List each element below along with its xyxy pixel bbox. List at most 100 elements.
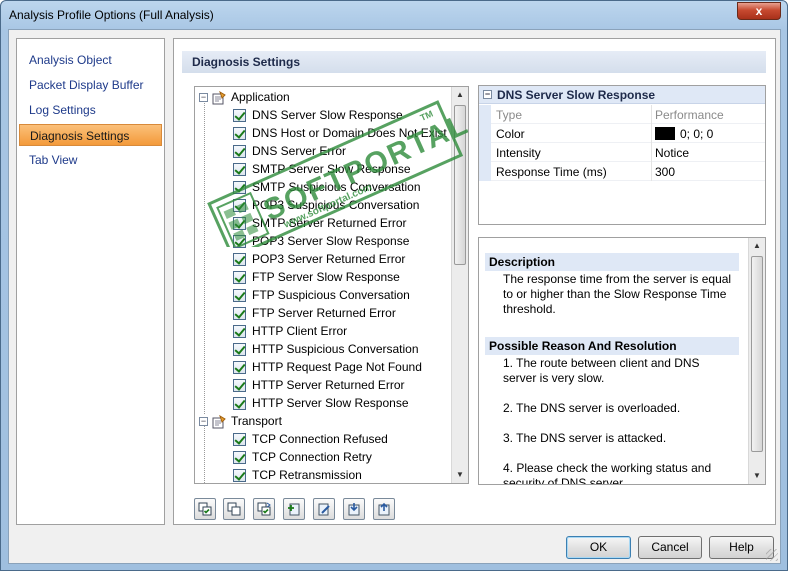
tree-item-label: SMTP Suspicious Conversation <box>252 180 421 194</box>
tree-item[interactable]: HTTP Client Error <box>233 322 347 340</box>
property-value[interactable]: 300 <box>655 165 675 179</box>
tree-item[interactable]: TCP Retransmission <box>233 466 362 483</box>
tree-item[interactable]: HTTP Server Slow Response <box>233 394 409 412</box>
description-scrollbar[interactable]: ▲ ▼ <box>748 238 765 484</box>
property-row-response-time[interactable]: Response Time (ms) 300 <box>479 162 765 181</box>
checkbox-checked[interactable] <box>233 163 246 177</box>
scroll-down-icon[interactable]: ▼ <box>452 467 468 483</box>
scroll-thumb[interactable] <box>454 105 466 265</box>
checkbox-checked[interactable] <box>233 433 246 447</box>
nav-item-analysis-object[interactable]: Analysis Object <box>19 49 162 71</box>
tree-item[interactable]: SMTP Suspicious Conversation <box>233 178 421 196</box>
checkbox-checked[interactable] <box>233 253 246 267</box>
check-all-button[interactable] <box>194 498 216 520</box>
tree-item[interactable]: POP3 Suspicious Conversation <box>233 196 419 214</box>
tree-item[interactable]: FTP Suspicious Conversation <box>233 286 410 304</box>
tree-item-label: POP3 Server Returned Error <box>252 252 406 266</box>
tree-item[interactable]: DNS Server Slow Response <box>233 106 403 124</box>
property-value[interactable]: Notice <box>655 146 689 160</box>
help-button[interactable]: Help <box>709 536 774 559</box>
tree-item[interactable]: TCP Connection Refused <box>233 430 388 448</box>
checkbox-checked[interactable] <box>233 451 246 465</box>
checkbox-checked[interactable] <box>233 109 246 123</box>
tree-item[interactable]: SMTP Server Returned Error <box>233 214 407 232</box>
collapse-icon[interactable]: − <box>483 90 492 99</box>
tree-item-label: SMTP Server Returned Error <box>252 216 407 230</box>
collapse-icon[interactable]: − <box>199 93 208 103</box>
export-icon <box>378 502 390 516</box>
checkbox-checked[interactable] <box>233 361 246 375</box>
checkbox-checked[interactable] <box>233 235 246 249</box>
tree-item-label: TCP Connection Refused <box>252 432 388 446</box>
nav-item-packet-display-buffer[interactable]: Packet Display Buffer <box>19 74 162 96</box>
nav-item-tab-view[interactable]: Tab View <box>19 149 162 171</box>
title-bar[interactable]: Analysis Profile Options (Full Analysis)… <box>1 1 787 29</box>
tree-item-label: DNS Server Error <box>252 144 347 158</box>
property-row-color[interactable]: Color 0; 0; 0 <box>479 124 765 143</box>
tree-scrollbar[interactable]: ▲ ▼ <box>451 87 468 483</box>
close-button[interactable]: x <box>737 2 781 20</box>
checkbox-checked[interactable] <box>233 199 246 213</box>
tree-item[interactable]: SMTP Server Slow Response <box>233 160 411 178</box>
tree-item[interactable]: HTTP Suspicious Conversation <box>233 340 419 358</box>
edit-rule-button[interactable] <box>313 498 335 520</box>
checkbox-checked[interactable] <box>233 325 246 339</box>
description-panel: Description The response time from the s… <box>478 237 766 485</box>
invert-check-button[interactable] <box>253 498 275 520</box>
checkbox-checked[interactable] <box>233 397 246 411</box>
property-row-type[interactable]: Type Performance <box>479 105 765 124</box>
dialog-window: Analysis Profile Options (Full Analysis)… <box>0 0 788 571</box>
tree-item[interactable]: HTTP Server Returned Error <box>233 376 405 394</box>
ok-button[interactable]: OK <box>566 536 631 559</box>
collapse-icon[interactable]: − <box>199 417 208 427</box>
checkbox-checked[interactable] <box>233 307 246 321</box>
tree-item[interactable]: POP3 Server Slow Response <box>233 232 409 250</box>
tree-item[interactable]: DNS Host or Domain Does Not Exist <box>233 124 447 142</box>
check-all-icon <box>198 502 212 516</box>
nav-item-diagnosis-settings[interactable]: Diagnosis Settings <box>19 124 162 146</box>
resize-grip-icon[interactable] <box>766 549 778 561</box>
tree-item[interactable]: POP3 Server Returned Error <box>233 250 405 268</box>
checkbox-checked[interactable] <box>233 271 246 285</box>
property-value[interactable]: 0; 0; 0 <box>655 127 713 141</box>
uncheck-all-button[interactable] <box>223 498 245 520</box>
property-category-header[interactable]: − DNS Server Slow Response <box>479 86 765 104</box>
property-category-label: DNS Server Slow Response <box>497 88 656 102</box>
tree-item-label: DNS Host or Domain Does Not Exist <box>252 126 447 140</box>
property-row-intensity[interactable]: Intensity Notice <box>479 143 765 162</box>
import-button[interactable] <box>343 498 365 520</box>
tree-item-label: DNS Server Slow Response <box>252 108 403 122</box>
tree-item[interactable]: DNS Server Error <box>233 142 346 160</box>
checkbox-checked[interactable] <box>233 469 246 483</box>
property-key: Type <box>496 108 523 122</box>
checkbox-checked[interactable] <box>233 127 246 141</box>
import-icon <box>348 503 360 516</box>
diagnosis-settings-panel: Diagnosis Settings − Application DNS Serv… <box>173 38 776 525</box>
tree-item[interactable]: TCP Connection Retry <box>233 448 372 466</box>
scroll-up-icon[interactable]: ▲ <box>749 238 765 254</box>
scroll-up-icon[interactable]: ▲ <box>452 87 468 103</box>
checkbox-checked[interactable] <box>233 181 246 195</box>
checkbox-checked[interactable] <box>233 343 246 357</box>
tree-item[interactable]: FTP Server Slow Response <box>233 268 400 286</box>
checkbox-checked[interactable] <box>233 217 246 231</box>
checkbox-checked[interactable] <box>233 289 246 303</box>
tree-item-label: FTP Suspicious Conversation <box>252 288 410 302</box>
export-button[interactable] <box>373 498 395 520</box>
tree-group-transport[interactable]: − Transport <box>199 412 282 430</box>
tree-group-application[interactable]: − Application <box>199 88 290 106</box>
checkbox-checked[interactable] <box>233 379 246 393</box>
tree-item[interactable]: FTP Server Returned Error <box>233 304 396 322</box>
scroll-thumb[interactable] <box>751 256 763 452</box>
color-swatch <box>655 127 675 140</box>
watermark-tm: TM <box>419 109 435 123</box>
checkbox-checked[interactable] <box>233 145 246 159</box>
cancel-button[interactable]: Cancel <box>638 536 702 559</box>
scroll-down-icon[interactable]: ▼ <box>749 468 765 484</box>
add-rule-button[interactable] <box>283 498 305 520</box>
tree-item-label: HTTP Request Page Not Found <box>252 360 422 374</box>
tree-connector <box>204 423 205 483</box>
nav-item-log-settings[interactable]: Log Settings <box>19 99 162 121</box>
tree-item-label: TCP Connection Retry <box>252 450 372 464</box>
tree-item[interactable]: HTTP Request Page Not Found <box>233 358 422 376</box>
